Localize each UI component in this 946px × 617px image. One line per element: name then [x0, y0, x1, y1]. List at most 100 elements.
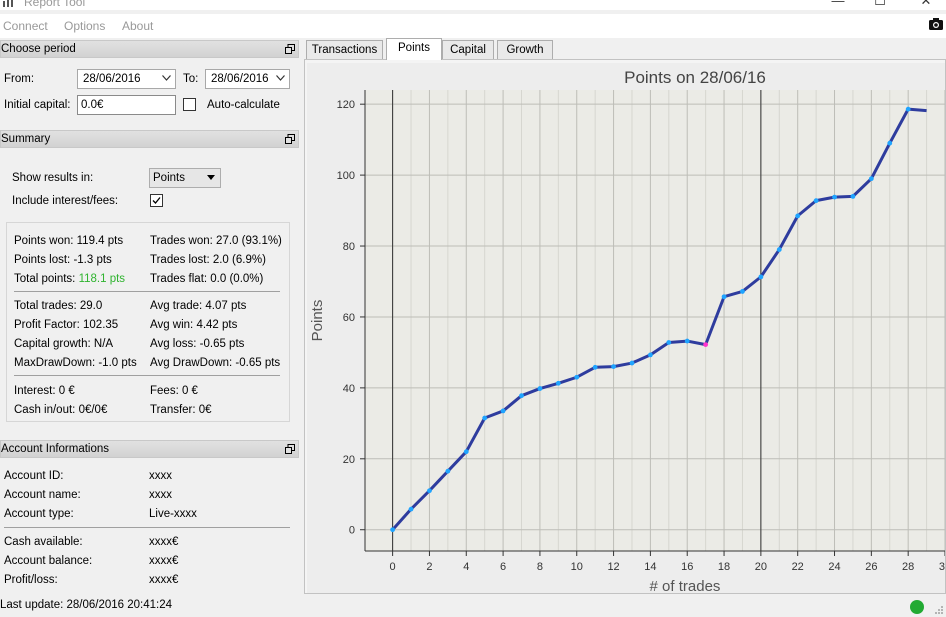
undock-icon[interactable] [285, 444, 295, 454]
x-tick-label: 30 [939, 561, 945, 573]
trade-point [574, 374, 580, 380]
tab-points[interactable]: Points [386, 38, 442, 60]
show-results-select[interactable]: Points [149, 168, 221, 188]
total-trades: Total trades: 29.0 [14, 300, 103, 312]
points-tab-panel: Points on 28/06/16 0 2 4 6 8 10 12 14 16 18 20 22 24 2… [304, 59, 946, 595]
avg-drawdown: Avg DrawDown: -0.65 pts [150, 357, 281, 369]
x-tick-label: 18 [718, 561, 730, 573]
y-axis-label: Points [309, 300, 326, 342]
trades-won: Trades won: 27.0 (93.1%) [150, 235, 282, 247]
close-button[interactable]: ✕ [916, 0, 936, 8]
trade-point [555, 380, 561, 386]
tab-capital[interactable]: Capital [442, 40, 494, 59]
initial-capital-value: 0.0€ [81, 99, 104, 111]
y-tick-label: 40 [343, 383, 355, 395]
x-tick-label: 20 [755, 561, 767, 573]
points-chart: Points on 28/06/160 2 4 6 8 10 12 14 16 18 20 22 24 2… [309, 68, 946, 595]
x-tick-label: 14 [644, 561, 656, 573]
menu-about[interactable]: About [122, 19, 153, 33]
camera-icon[interactable] [929, 18, 943, 30]
x-tick-label: 10 [571, 561, 583, 573]
avg-loss: Avg loss: -0.65 pts [150, 338, 245, 350]
chart-tab-bar: Transactions Points Capital Growth [306, 38, 946, 60]
last-update-status: Last update: 28/06/2016 20:41:24 [0, 599, 173, 611]
cash-available-label: Cash available: [4, 536, 83, 548]
plot-background [365, 90, 945, 551]
menu-bar: Connect Options About [0, 14, 946, 38]
auto-calculate-label: Auto-calculate [207, 99, 280, 111]
trade-point [684, 338, 690, 344]
tab-growth[interactable]: Growth [497, 40, 553, 59]
trade-point [463, 449, 469, 455]
x-tick-label: 4 [463, 561, 469, 573]
points-won: Points won: 119.4 pts [14, 235, 124, 247]
x-tick-label: 0 [390, 561, 396, 573]
y-tick-label: 60 [343, 312, 355, 324]
menu-options[interactable]: Options [64, 19, 105, 33]
app-icon [3, 0, 13, 7]
connection-status-indicator [910, 600, 924, 614]
trade-point [611, 364, 616, 369]
trade-point [776, 247, 782, 252]
tab-transactions[interactable]: Transactions [306, 40, 383, 59]
to-date-input[interactable]: 28/06/2016 [205, 69, 290, 89]
initial-capital-label: Initial capital: [4, 99, 71, 111]
include-interest-label: Include interest/fees: [12, 195, 119, 207]
chevron-down-icon [276, 75, 285, 81]
account-type-label: Account type: [4, 508, 74, 520]
account-name-label: Account name: [4, 489, 81, 501]
account-balance-value: xxxx€ [149, 555, 179, 567]
show-results-label: Show results in: [12, 172, 94, 184]
trade-point [795, 213, 801, 219]
title-bar: Report Tool — ☐ ✕ [0, 0, 946, 10]
x-tick-label: 16 [681, 561, 693, 573]
max-drawdown: MaxDrawDown: -1.0 pts [14, 357, 137, 369]
x-tick-label: 6 [500, 561, 506, 573]
resize-grip-icon[interactable] [934, 605, 944, 615]
profit-loss-label: Profit/loss: [4, 574, 58, 586]
points-lost: Points lost: -1.3 pts [14, 254, 112, 266]
total-points-value: 118.1 pts [78, 273, 126, 285]
trade-point [740, 289, 745, 294]
menu-connect[interactable]: Connect [3, 19, 48, 33]
minimize-button[interactable]: — [828, 0, 848, 8]
trade-point [427, 488, 432, 494]
cash-available-value: xxxx€ [149, 536, 179, 548]
include-interest-checkbox[interactable] [150, 194, 163, 207]
profit-factor: Profit Factor: 102.35 [14, 319, 119, 331]
trade-point [905, 106, 911, 112]
account-divider [4, 527, 290, 528]
transfer: Transfer: 0€ [150, 404, 212, 416]
losing-trade-point [703, 342, 709, 348]
trade-point [868, 176, 874, 182]
show-results-value: Points [153, 172, 185, 184]
trade-point [666, 340, 672, 345]
chart-title: Points on 28/06/16 [624, 68, 766, 87]
undock-icon[interactable] [285, 134, 295, 144]
summary-divider [14, 375, 280, 376]
fees: Fees: 0 € [150, 385, 198, 397]
account-panel-header: Account Informations [0, 440, 299, 458]
trade-point [519, 393, 524, 399]
trade-point [721, 294, 727, 300]
undock-icon[interactable] [285, 44, 295, 54]
caret-down-icon [207, 175, 215, 180]
from-date-input[interactable]: 28/06/2016 [77, 69, 176, 89]
account-id-label: Account ID: [4, 470, 64, 482]
avg-trade: Avg trade: 4.07 pts [150, 300, 247, 312]
x-axis-label: # of trades [650, 578, 721, 593]
maximize-button[interactable]: ☐ [870, 0, 890, 8]
account-name-value: xxxx [149, 489, 172, 501]
x-tick-label: 8 [537, 561, 543, 573]
account-type-value: Live-xxxx [149, 508, 197, 520]
initial-capital-input[interactable]: 0.0€ [77, 95, 176, 115]
x-tick-label: 24 [828, 561, 840, 573]
summary-panel-header: Summary [0, 130, 299, 148]
x-tick-label: 28 [902, 561, 914, 573]
x-tick-label: 26 [865, 561, 877, 573]
auto-calculate-checkbox[interactable] [183, 98, 196, 111]
x-tick-label: 2 [426, 561, 432, 573]
avg-win: Avg win: 4.42 pts [150, 319, 238, 331]
capital-growth: Capital growth: N/A [14, 338, 114, 350]
trade-point [758, 274, 764, 280]
